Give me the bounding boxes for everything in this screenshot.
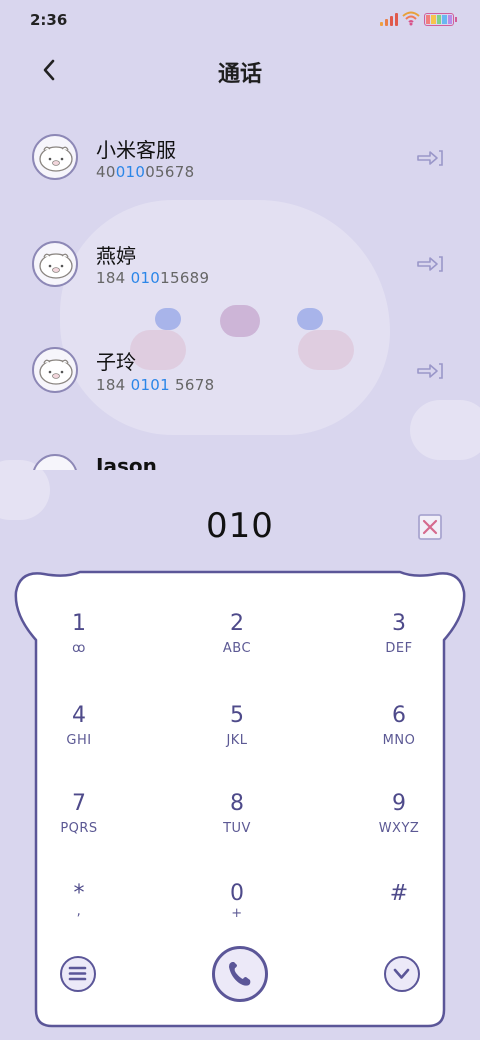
page-title: 通话 xyxy=(217,62,262,87)
key-4[interactable]: 4 GHI xyxy=(14,702,144,772)
key-0[interactable]: 0 + xyxy=(172,880,302,950)
key-7[interactable]: 7 PQRS xyxy=(14,790,144,860)
pig-icon xyxy=(39,253,73,279)
battery-icon xyxy=(424,13,454,26)
key-8[interactable]: 8 TUV xyxy=(172,790,302,860)
pig-icon xyxy=(39,146,73,172)
call-button[interactable] xyxy=(212,946,268,1002)
status-time: 2:36 xyxy=(30,11,68,29)
contact-item[interactable]: Jason xyxy=(0,440,480,470)
signal-icon xyxy=(380,12,398,26)
contact-name: Jason xyxy=(96,454,157,470)
phone-icon xyxy=(229,962,251,986)
menu-button[interactable] xyxy=(60,956,96,992)
key-hash[interactable]: # xyxy=(334,880,464,950)
contact-name: 燕婷 xyxy=(96,244,136,268)
collapse-keypad-button[interactable] xyxy=(384,956,420,992)
key-9[interactable]: 9 WXYZ xyxy=(334,790,464,860)
contact-number: 184 0101 5678 xyxy=(96,376,215,394)
contact-number: 184 01015689 xyxy=(96,269,210,287)
contact-detail-button[interactable] xyxy=(416,360,444,382)
contact-number: 4001005678 xyxy=(96,163,195,181)
key-2[interactable]: 2 ABC xyxy=(172,610,302,680)
key-6[interactable]: 6 MNO xyxy=(334,702,464,772)
avatar xyxy=(32,134,78,180)
contact-item[interactable]: 小米客服 4001005678 xyxy=(0,118,480,208)
key-3[interactable]: 3 DEF xyxy=(334,610,464,680)
battery-tip xyxy=(455,17,457,22)
contact-name: 子玲 xyxy=(96,350,136,374)
contact-item[interactable]: 子玲 184 0101 5678 xyxy=(0,331,480,421)
contact-name: 小米客服 xyxy=(96,138,176,162)
key-5[interactable]: 5 JKL xyxy=(172,702,302,772)
pig-icon xyxy=(39,359,73,385)
status-bar: 2:36 xyxy=(0,0,480,40)
wifi-icon xyxy=(402,11,420,26)
contact-detail-button[interactable] xyxy=(416,147,444,169)
key-1[interactable]: 1 ꝏ xyxy=(14,610,144,680)
delete-button[interactable] xyxy=(416,512,444,542)
dial-input[interactable]: 010 xyxy=(0,506,480,546)
contact-detail-button[interactable] xyxy=(416,253,444,275)
dial-pad: 1 ꝏ 2 ABC 3 DEF 4 GHI 5 JKL 6 MNO 7 PQRS… xyxy=(14,570,466,1030)
voicemail-icon: ꝏ xyxy=(72,641,86,656)
avatar xyxy=(32,241,78,287)
avatar xyxy=(32,347,78,393)
contact-item[interactable]: 燕婷 184 01015689 xyxy=(0,224,480,314)
key-star[interactable]: * , xyxy=(14,880,144,950)
menu-icon xyxy=(68,966,87,981)
contact-list[interactable]: 小米客服 4001005678 燕婷 184 01015689 子玲 184 0… xyxy=(0,118,480,470)
avatar xyxy=(32,454,78,470)
chevron-down-icon xyxy=(393,968,410,979)
